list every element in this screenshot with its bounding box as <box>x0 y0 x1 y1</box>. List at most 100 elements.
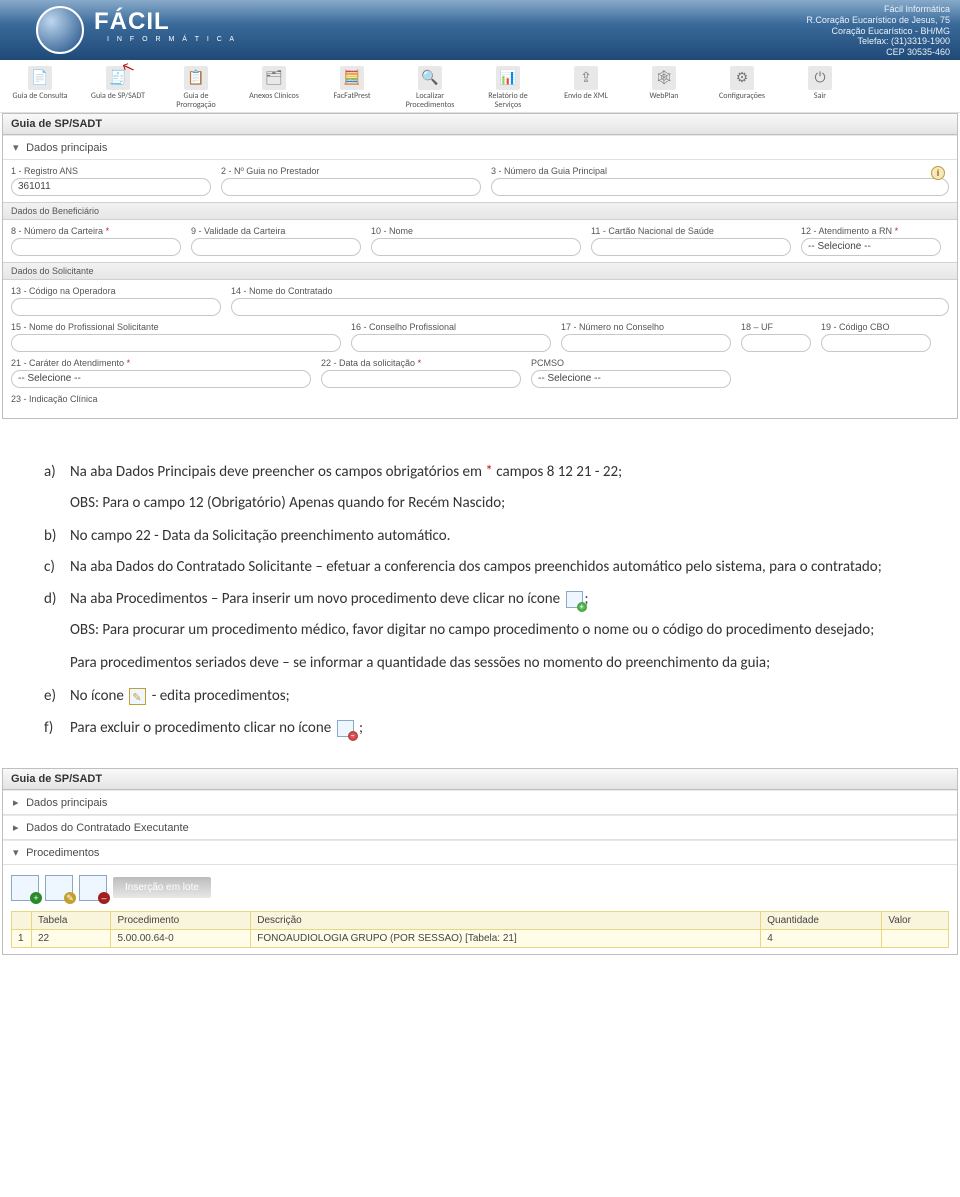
list-key: d) <box>44 588 70 611</box>
toolbar-icon: ⇪ <box>574 66 598 90</box>
select-atend-rn[interactable] <box>801 238 941 256</box>
input-nome-contratado[interactable] <box>231 298 949 316</box>
label-data-solicitacao: 22 - Data da solicitação * <box>321 358 521 368</box>
label-nome: 10 - Nome <box>371 226 581 236</box>
window-title: Guia de SP/SADT <box>3 769 957 790</box>
toolbar-icon: 🕸 <box>652 66 676 90</box>
col-quantidade: Quantidade <box>761 911 882 929</box>
toolbar-icon: 🗂 <box>262 66 286 90</box>
window-guia-spsadt: Guia de SP/SADT ▾ Dados principais 1 - R… <box>2 113 958 419</box>
row-number: 1 <box>12 929 32 947</box>
toolbar-item-5[interactable]: 🔍 Localizar Procedimentos <box>398 66 462 110</box>
group-solicitante: Dados do Solicitante <box>3 262 957 280</box>
input-codigo-operadora[interactable] <box>11 298 221 316</box>
list-key: a) <box>44 461 70 484</box>
input-data-solicitacao[interactable] <box>321 370 521 388</box>
add-icon <box>566 591 583 608</box>
info-icon[interactable]: i <box>931 166 945 180</box>
col-descricao: Descrição <box>251 911 761 929</box>
cell-qtd: 4 <box>761 929 882 947</box>
brand-banner: FÁCIL I N F O R M Á T I C A Fácil Inform… <box>0 0 960 60</box>
toolbar-item-2[interactable]: 📋Guia de Prorrogação <box>164 66 228 110</box>
proc-bulk-insert-button[interactable]: Inserção em lote <box>113 877 211 898</box>
obs-procurar-proc: OBS: Para procurar um procedimento médic… <box>70 619 920 642</box>
proc-action-bar: + ✎ – Inserção em lote <box>11 875 949 901</box>
accordion-dados-principais[interactable]: ▾ Dados principais <box>3 135 957 160</box>
cell-proc: 5.00.00.64-0 <box>111 929 251 947</box>
label-indicacao-clinica: 23 - Indicação Clínica <box>11 394 949 404</box>
toolbar-label: Guia de Consulta <box>13 92 68 101</box>
select-carater-atend[interactable] <box>11 370 311 388</box>
table-row[interactable]: 1 22 5.00.00.64-0 FONOAUDIOLOGIA GRUPO (… <box>12 929 949 947</box>
accordion-dados-principais[interactable]: ▸ Dados principais <box>3 790 957 815</box>
label-numero-guia-principal: 3 - Número da Guia Principal <box>491 166 949 176</box>
chevron-down-icon: ▾ <box>13 141 23 154</box>
table-header-row: Tabela Procedimento Descrição Quantidade… <box>12 911 949 929</box>
toolbar-icon: 🔍 <box>418 66 442 90</box>
toolbar-icon: ⚙ <box>730 66 754 90</box>
accordion-contratado-executante[interactable]: ▸ Dados do Contratado Executante <box>3 815 957 840</box>
col-valor: Valor <box>882 911 949 929</box>
list-key: b) <box>44 525 70 548</box>
toolbar-label: Sair <box>814 92 826 101</box>
input-numero-guia-principal[interactable] <box>491 178 949 196</box>
proc-edit-button[interactable]: ✎ <box>45 875 73 901</box>
toolbar-item-4[interactable]: 🧮 FacFatPrest <box>320 66 384 110</box>
toolbar-label: Guia de Prorrogação <box>164 92 228 110</box>
list-key: c) <box>44 556 70 579</box>
label-uf: 18 – UF <box>741 322 811 332</box>
input-numero-guia-prestador[interactable] <box>221 178 481 196</box>
input-numero-carteira[interactable] <box>11 238 181 256</box>
toolbar-label: FacFatPrest <box>333 92 370 101</box>
toolbar-item-7[interactable]: ⇪Envio de XML <box>554 66 618 110</box>
procedimentos-body: + ✎ – Inserção em lote Tabela Procedimen… <box>3 865 957 954</box>
toolbar-item-0[interactable]: 📄Guia de Consulta <box>8 66 72 110</box>
label-numero-guia-prestador: 2 - Nº Guia no Prestador <box>221 166 481 176</box>
input-nome-profissional[interactable] <box>11 334 341 352</box>
label-cns: 11 - Cartão Nacional de Saúde <box>591 226 791 236</box>
label-registro-ans: 1 - Registro ANS <box>11 166 211 176</box>
toolbar-label: Localizar Procedimentos <box>398 92 462 110</box>
input-uf[interactable] <box>741 334 811 352</box>
label-nome-contratado: 14 - Nome do Contratado <box>231 286 949 296</box>
select-pcmso[interactable] <box>531 370 731 388</box>
col-tabela: Tabela <box>32 911 111 929</box>
accordion-label: Dados principais <box>26 142 107 154</box>
proc-table: Tabela Procedimento Descrição Quantidade… <box>11 911 949 948</box>
label-pcmso: PCMSO <box>531 358 731 368</box>
input-registro-ans[interactable] <box>11 178 211 196</box>
chevron-down-icon: ▾ <box>13 846 23 859</box>
accordion-procedimentos[interactable]: ▾ Procedimentos <box>3 840 957 865</box>
accordion-label: Dados principais <box>26 797 107 809</box>
window-guia-spsadt-lower: Guia de SP/SADT ▸ Dados principais ▸ Dad… <box>2 768 958 955</box>
toolbar-item-3[interactable]: 🗂Anexos Clínicos <box>242 66 306 110</box>
input-nome[interactable] <box>371 238 581 256</box>
delete-icon <box>337 720 354 737</box>
list-key: f) <box>44 717 70 740</box>
input-cbo[interactable] <box>821 334 931 352</box>
toolbar-icon: 🧮 <box>340 66 364 90</box>
toolbar-item-9[interactable]: ⚙Configurações <box>710 66 774 110</box>
toolbar-label: Relatório de Serviços <box>476 92 540 110</box>
toolbar-item-10[interactable]: ⏻Sair <box>788 66 852 110</box>
obs-campo-12: OBS: Para o campo 12 (Obrigatório) Apena… <box>70 492 920 515</box>
cell-tabela: 22 <box>32 929 111 947</box>
input-num-conselho[interactable] <box>561 334 731 352</box>
input-validade-carteira[interactable] <box>191 238 361 256</box>
label-atend-rn: 12 - Atendimento a RN * <box>801 226 941 236</box>
accordion-body: 1 - Registro ANS 2 - Nº Guia no Prestado… <box>3 160 957 418</box>
input-cns[interactable] <box>591 238 791 256</box>
input-conselho[interactable] <box>351 334 551 352</box>
toolbar-item-1[interactable]: 🧾Guia de SP/SADT↖ <box>86 66 150 110</box>
toolbar-item-8[interactable]: 🕸 WebPlan <box>632 66 696 110</box>
window-title: Guia de SP/SADT <box>3 114 957 135</box>
accordion-label: Dados do Contratado Executante <box>26 822 189 834</box>
proc-add-button[interactable]: + <box>11 875 39 901</box>
label-nome-profissional: 15 - Nome do Profissional Solicitante <box>11 322 341 332</box>
brand-name: FÁCIL <box>94 8 170 36</box>
proc-delete-button[interactable]: – <box>79 875 107 901</box>
toolbar-item-6[interactable]: 📊Relatório de Serviços <box>476 66 540 110</box>
toolbar-label: WebPlan <box>649 92 678 101</box>
label-validade-carteira: 9 - Validade da Carteira <box>191 226 361 236</box>
chevron-right-icon: ▸ <box>13 821 23 834</box>
